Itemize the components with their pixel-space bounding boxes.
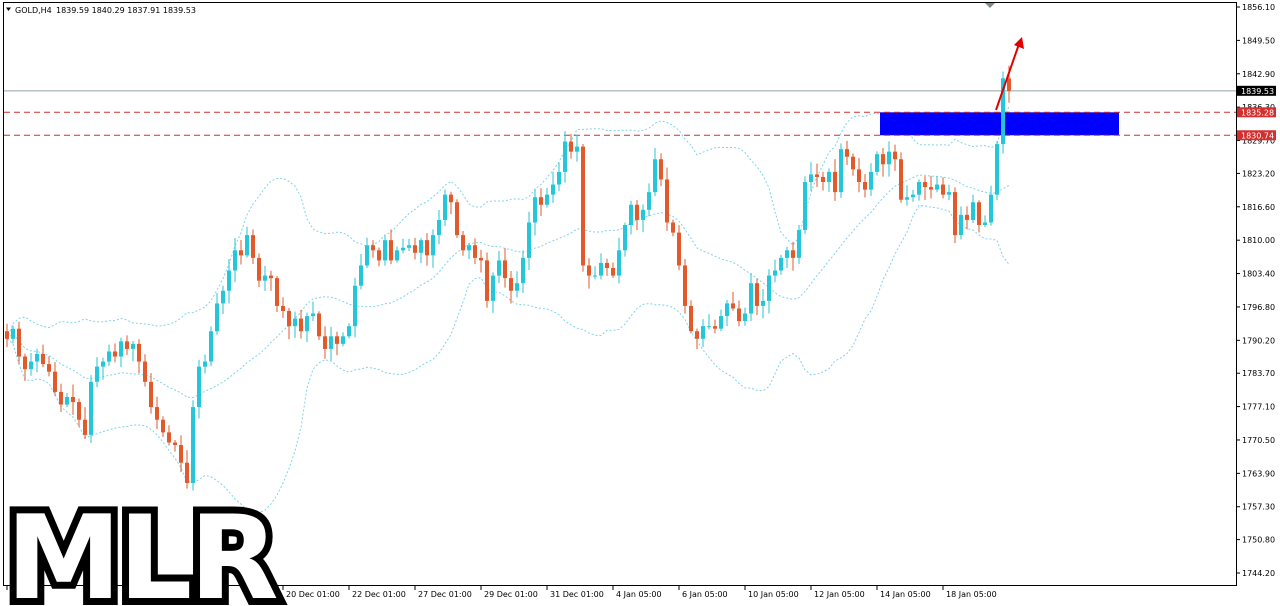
- candle: [317, 311, 321, 341]
- price-axis-label: 1803.40: [1242, 270, 1275, 279]
- price-axis-label: 1783.70: [1242, 369, 1275, 378]
- price-axis-label: 1842.90: [1242, 70, 1275, 79]
- chart-ohlc: 1839.59 1840.29 1837.91 1839.53: [56, 6, 196, 15]
- candle: [191, 400, 195, 491]
- time-axis-label: 6 Jan 05:00: [682, 590, 728, 599]
- candle: [875, 151, 879, 176]
- price-axis-label: 1856.10: [1242, 3, 1275, 12]
- price-axis-label: 1744.20: [1242, 569, 1275, 578]
- price-axis-label: 1770.50: [1242, 436, 1275, 445]
- time-axis-label: 29 Dec 01:00: [484, 590, 538, 599]
- time-axis-label: 31 Dec 01:00: [550, 590, 604, 599]
- time-axis-label: 22 Dec 01:00: [352, 590, 406, 599]
- price-axis-label: 1777.10: [1242, 403, 1275, 412]
- time-axis-label: 18 Jan 05:00: [946, 590, 997, 599]
- price-axis: 1856.101849.501842.901836.301829.701823.…: [1236, 3, 1276, 578]
- current-price-label: 1839.53: [1241, 87, 1274, 96]
- candle: [953, 187, 957, 243]
- chart-symbol: GOLD,H4: [15, 6, 52, 15]
- support-zone-rectangle[interactable]: [880, 112, 1119, 136]
- time-axis-label: 27 Dec 01:00: [418, 590, 472, 599]
- price-axis-label: 1823.20: [1242, 169, 1275, 178]
- time-axis-label: 14 Jan 05:00: [880, 590, 931, 599]
- candle: [803, 176, 807, 234]
- level-price-label: 1835.28: [1241, 108, 1274, 117]
- candle: [581, 144, 585, 272]
- time-axis-label: 12 Jan 05:00: [814, 590, 865, 599]
- candle: [995, 141, 999, 201]
- price-chart[interactable]: 1856.101849.501842.901836.301829.701823.…: [0, 0, 1280, 606]
- price-axis-label: 1810.00: [1242, 236, 1275, 245]
- price-axis-label: 1816.60: [1242, 203, 1275, 212]
- candle: [89, 375, 93, 444]
- price-axis-label: 1790.20: [1242, 336, 1275, 345]
- time-axis-label: 20 Dec 01:00: [286, 590, 340, 599]
- price-axis-label: 1763.90: [1242, 469, 1275, 478]
- time-axis-label: 10 Jan 05:00: [748, 590, 799, 599]
- price-axis-label: 1757.30: [1242, 503, 1275, 512]
- candle: [683, 258, 687, 314]
- candle: [455, 199, 459, 238]
- candle: [839, 143, 843, 198]
- price-axis-label: 1796.80: [1242, 303, 1275, 312]
- time-axis-label: 4 Jan 05:00: [616, 590, 662, 599]
- watermark-logo: MLR: [6, 491, 276, 606]
- candle: [485, 252, 489, 308]
- price-axis-label: 1750.80: [1242, 536, 1275, 545]
- candle: [209, 326, 213, 367]
- price-axis-label: 1849.50: [1242, 36, 1275, 45]
- level-price-label: 1830.74: [1241, 131, 1274, 140]
- candle: [899, 152, 903, 203]
